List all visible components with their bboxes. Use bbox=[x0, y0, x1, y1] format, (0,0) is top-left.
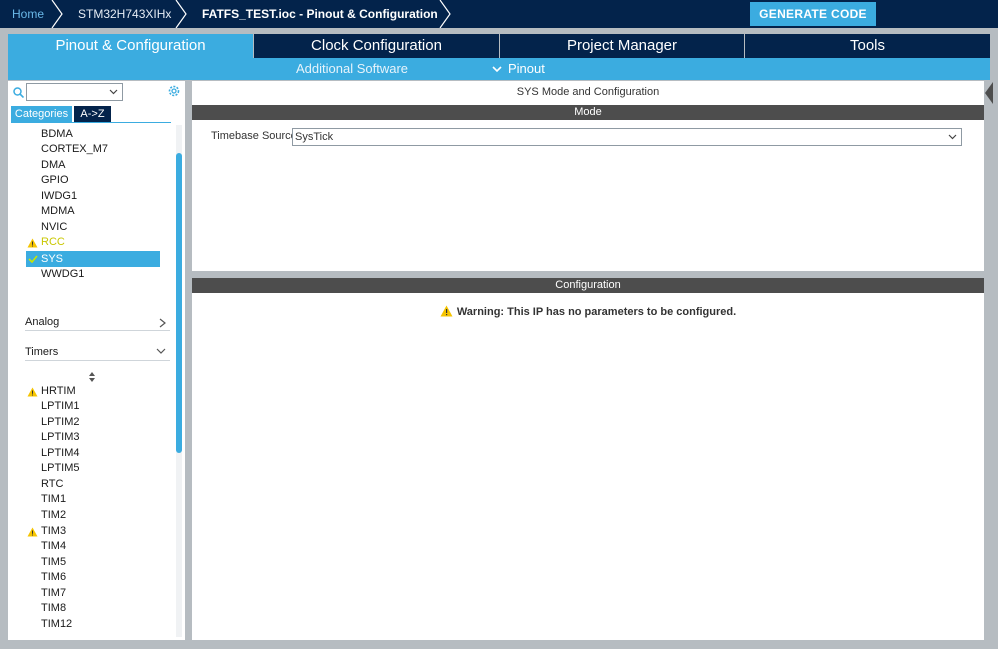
warning-message: Warning: This IP has no parameters to be… bbox=[192, 305, 984, 318]
search-icon[interactable] bbox=[13, 87, 24, 98]
warning-icon bbox=[27, 238, 38, 248]
generate-code-button[interactable]: GENERATE CODE bbox=[750, 2, 876, 26]
breadcrumb-home[interactable]: Home bbox=[12, 0, 44, 28]
list-item-lptim4[interactable]: LPTIM4 bbox=[41, 446, 80, 461]
list-item-lptim5[interactable]: LPTIM5 bbox=[41, 461, 80, 476]
collapse-panel-icon[interactable] bbox=[985, 82, 993, 104]
left-panel: Categories A->Z BDMA CORTEX_M7 DMA GPIO … bbox=[8, 81, 185, 640]
sort-icon[interactable] bbox=[88, 372, 96, 382]
list-item-rtc[interactable]: RTC bbox=[41, 477, 63, 492]
group-label: Analog bbox=[25, 316, 60, 328]
list-item-tim12[interactable]: TIM12 bbox=[41, 617, 72, 632]
tab-categories[interactable]: Categories bbox=[11, 106, 72, 122]
tab-pinout-configuration[interactable]: Pinout & Configuration bbox=[8, 34, 253, 58]
list-item-tim3[interactable]: TIM3 bbox=[41, 524, 66, 539]
list-item-dma[interactable]: DMA bbox=[41, 158, 65, 173]
list-item-iwdg1[interactable]: IWDG1 bbox=[41, 189, 77, 204]
chevron-down-icon bbox=[948, 134, 957, 140]
list-item-nvic[interactable]: NVIC bbox=[41, 220, 67, 235]
main-tabs: Pinout & Configuration Clock Configurati… bbox=[8, 34, 990, 58]
timebase-label: Timebase Source bbox=[211, 130, 297, 142]
list-item-tim1[interactable]: TIM1 bbox=[41, 492, 66, 507]
warning-text: Warning: This IP has no parameters to be… bbox=[456, 306, 737, 318]
breadcrumb-chip[interactable]: STM32H743XIHx bbox=[78, 0, 171, 28]
group-label: Timers bbox=[25, 346, 59, 358]
list-item-bdma[interactable]: BDMA bbox=[41, 127, 73, 142]
warning-icon bbox=[440, 305, 453, 317]
tab-project-manager[interactable]: Project Manager bbox=[500, 34, 744, 58]
list-item-lptim2[interactable]: LPTIM2 bbox=[41, 415, 80, 430]
breadcrumb-file[interactable]: FATFS_TEST.ioc - Pinout & Configuration bbox=[202, 0, 438, 28]
list-item-label: SYS bbox=[41, 253, 64, 265]
list-item-mdma[interactable]: MDMA bbox=[41, 204, 75, 219]
list-item-cortex-m7[interactable]: CORTEX_M7 bbox=[41, 142, 108, 157]
list-item-lptim3[interactable]: LPTIM3 bbox=[41, 430, 80, 445]
gear-icon[interactable] bbox=[167, 84, 181, 98]
breadcrumb-separator-icon bbox=[175, 0, 187, 28]
list-item-hrtim[interactable]: HRTIM bbox=[41, 384, 76, 399]
chevron-down-icon bbox=[109, 89, 118, 95]
list-item-tim8[interactable]: TIM8 bbox=[41, 601, 66, 616]
warning-icon bbox=[27, 527, 38, 537]
list-item-lptim1[interactable]: LPTIM1 bbox=[41, 399, 80, 414]
configuration-header: Configuration bbox=[192, 278, 984, 293]
list-item-wwdg1[interactable]: WWDG1 bbox=[41, 267, 84, 282]
mode-panel: SYS Mode and Configuration Mode Timebase… bbox=[192, 81, 984, 271]
scrollbar-thumb[interactable] bbox=[176, 153, 182, 453]
list-item-tim6[interactable]: TIM6 bbox=[41, 570, 66, 585]
subtab-pinout[interactable]: Pinout bbox=[508, 58, 545, 80]
tab-tools[interactable]: Tools bbox=[745, 34, 990, 58]
list-item-tim5[interactable]: TIM5 bbox=[41, 555, 66, 570]
list-item-sys-selected[interactable]: SYS bbox=[26, 251, 160, 267]
subtab-additional-software[interactable]: Additional Software bbox=[296, 58, 408, 80]
chevron-down-icon[interactable] bbox=[492, 66, 502, 73]
sub-tab-bar: Additional Software Pinout bbox=[8, 58, 990, 80]
chevron-right-icon bbox=[159, 318, 166, 328]
timebase-source-value: SysTick bbox=[295, 131, 334, 143]
tab-a-to-z[interactable]: A->Z bbox=[74, 106, 111, 122]
check-icon bbox=[28, 255, 38, 263]
group-analog[interactable]: Analog bbox=[25, 313, 170, 331]
divider bbox=[11, 122, 171, 123]
tab-clock-configuration[interactable]: Clock Configuration bbox=[254, 34, 499, 58]
list-item-rcc[interactable]: RCC bbox=[41, 235, 65, 250]
breadcrumb-bar: Home STM32H743XIHx FATFS_TEST.ioc - Pino… bbox=[0, 0, 998, 28]
configuration-panel: Configuration Warning: This IP has no pa… bbox=[192, 278, 984, 640]
page-title: SYS Mode and Configuration bbox=[516, 86, 660, 98]
warning-icon bbox=[27, 387, 38, 397]
list-item-tim2[interactable]: TIM2 bbox=[41, 508, 66, 523]
timebase-source-select[interactable]: SysTick bbox=[292, 128, 962, 146]
search-input[interactable] bbox=[26, 83, 123, 101]
list-item-tim4[interactable]: TIM4 bbox=[41, 539, 66, 554]
group-timers[interactable]: Timers bbox=[25, 343, 170, 361]
breadcrumb-separator-icon bbox=[51, 0, 63, 28]
mode-header: Mode bbox=[192, 105, 984, 120]
chevron-down-icon bbox=[156, 348, 166, 354]
breadcrumb-separator-icon bbox=[439, 0, 451, 28]
list-item-gpio[interactable]: GPIO bbox=[41, 173, 69, 188]
list-item-tim7[interactable]: TIM7 bbox=[41, 586, 66, 601]
